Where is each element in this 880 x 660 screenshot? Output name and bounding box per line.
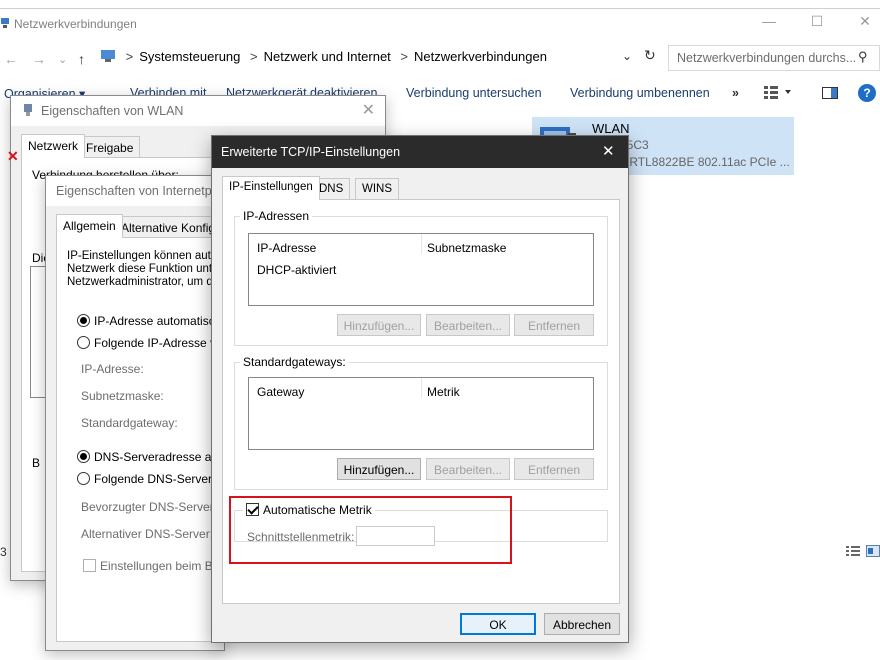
recent-dropdown-button[interactable]: ⌄ — [58, 53, 67, 66]
tab-freigabe[interactable]: Freigabe — [79, 136, 141, 158]
change-view-icon[interactable] — [764, 85, 792, 99]
radio-manual-dns-label: Folgende DNS-Serverad — [94, 472, 226, 486]
ip-add-button[interactable]: Hinzufügen... — [337, 314, 421, 336]
ip-address-label: IP-Adresse: — [81, 362, 144, 376]
radio-manual-ip[interactable]: Folgende IP-Adresse ve — [77, 336, 223, 350]
radio-auto-ip[interactable]: IP-Adresse automatisch — [77, 314, 221, 328]
more-commands-button[interactable]: » — [732, 86, 739, 100]
advanced-titlebar: Erweiterte TCP/IP-Einstellungen ✕ — [212, 136, 628, 168]
help-icon[interactable]: ? — [858, 84, 876, 102]
ipv4-description-line2: Netzwerk diese Funktion unte — [67, 263, 219, 275]
ipv4-properties-dialog: Eigenschaften von Internetpr Allgemein A… — [45, 175, 228, 651]
ipv4-description-line1: IP-Einstellungen können auto — [67, 250, 218, 262]
validate-settings-checkbox[interactable]: Einstellungen beim Bee — [83, 559, 226, 573]
subnet-mask-column-header[interactable]: Subnetzmaske — [427, 241, 506, 255]
column-divider — [421, 234, 422, 254]
explorer-title: Netzwerkverbindungen — [14, 17, 137, 31]
ipv4-properties-titlebar: Eigenschaften von Internetpr — [46, 176, 224, 206]
maximize-button[interactable]: ☐ — [802, 13, 832, 30]
preferred-dns-label: Bevorzugter DNS-Server: — [81, 500, 218, 514]
ip-address-list[interactable]: IP-Adresse Subnetzmaske DHCP-aktiviert — [248, 233, 594, 306]
alternate-dns-label: Alternativer DNS-Server: — [81, 527, 214, 541]
disabled-mark-icon: ✕ — [7, 148, 19, 164]
radio-auto-ip-indicator[interactable] — [77, 314, 90, 327]
gateway-edit-button[interactable]: Bearbeiten... — [426, 458, 510, 480]
breadcrumb-netzwerk-internet[interactable]: Netzwerk und Internet — [264, 49, 391, 64]
radio-auto-dns[interactable]: DNS-Serveradresse aut — [77, 450, 221, 464]
gateway-remove-button[interactable]: Entfernen — [514, 458, 594, 480]
tab-ip-settings[interactable]: IP-Einstellungen — [222, 176, 320, 200]
ipv4-description-line3: Netzwerkadministrator, um d — [67, 276, 213, 288]
radio-auto-dns-label: DNS-Serveradresse aut — [94, 450, 222, 464]
annotation-highlight-box — [229, 496, 512, 564]
radio-manual-dns-indicator[interactable] — [77, 472, 90, 485]
default-gateways-group-label: Standardgateways: — [240, 355, 349, 369]
advanced-close-button[interactable]: ✕ — [602, 142, 615, 160]
metric-column-header[interactable]: Metrik — [427, 385, 460, 399]
rename-button[interactable]: Verbindung umbenennen — [570, 86, 710, 100]
search-icon[interactable]: ⚲ — [858, 49, 868, 65]
tab-netzwerk[interactable]: Netzwerk — [21, 134, 86, 158]
close-button[interactable]: ✕ — [850, 13, 880, 30]
validate-settings-label: Einstellungen beim Bee — [100, 559, 227, 573]
tab-alternative-konfiguration[interactable]: Alternative Konfig — [114, 216, 223, 238]
breadcrumb-systemsteuerung[interactable]: Systemsteuerung — [139, 49, 240, 64]
column-divider — [421, 378, 422, 398]
gateway-list[interactable]: Gateway Metrik — [248, 377, 594, 450]
advanced-tcpip-dialog: Erweiterte TCP/IP-Einstellungen ✕ IP-Ein… — [211, 135, 629, 643]
diagnose-button[interactable]: Verbindung untersuchen — [406, 86, 542, 100]
radio-manual-dns[interactable]: Folgende DNS-Serverad — [77, 472, 225, 486]
tab-allgemein[interactable]: Allgemein — [56, 214, 123, 238]
refresh-icon[interactable]: ↻ — [644, 47, 656, 64]
wlan-name: WLAN — [592, 121, 630, 136]
tiles-view-icon[interactable] — [866, 545, 880, 557]
default-gateway-label: Standardgateway: — [81, 416, 178, 430]
back-button[interactable]: ← — [4, 51, 18, 67]
breadcrumb-netzwerkverbindungen[interactable]: Netzwerkverbindungen — [414, 49, 547, 64]
address-bar[interactable]: > Systemsteuerung > Netzwerk und Internet … — [100, 49, 547, 64]
wlan-properties-title: Eigenschaften von WLAN — [41, 104, 184, 118]
network-adapter-icon — [24, 104, 32, 116]
address-dropdown-icon[interactable]: ⌄ — [622, 49, 632, 63]
wlan-properties-titlebar: Eigenschaften von WLAN ✕ — [11, 96, 385, 126]
ipv4-description: IP-Einstellungen können auto Netzwerk di… — [67, 250, 219, 289]
address-separator: > — [400, 49, 409, 64]
radio-auto-ip-label: IP-Adresse automatisch — [94, 314, 222, 328]
tab-wins[interactable]: WINS — [355, 178, 400, 200]
subnet-mask-label: Subnetzmaske: — [81, 389, 164, 403]
forward-button[interactable]: → — [32, 51, 46, 67]
control-panel-icon — [101, 50, 115, 62]
ip-remove-button[interactable]: Entfernen — [514, 314, 594, 336]
advanced-title: Erweiterte TCP/IP-Einstellungen — [221, 145, 401, 159]
validate-settings-box[interactable] — [83, 559, 96, 572]
radio-auto-dns-indicator[interactable] — [77, 450, 90, 463]
description-group-label: B — [32, 456, 41, 470]
ipv4-general-panel: IP-Einstellungen können auto Netzwerk di… — [56, 237, 228, 642]
radio-manual-ip-label: Folgende IP-Adresse ve — [94, 336, 223, 350]
details-view-icon[interactable] — [846, 545, 860, 557]
item-count: 3 — [0, 545, 7, 559]
search-input[interactable]: Netzwerkverbindungen durchs... — [668, 45, 880, 71]
wlan-properties-close-button[interactable]: ✕ — [362, 100, 375, 120]
up-button[interactable]: ↑ — [78, 51, 85, 67]
preview-pane-icon[interactable] — [822, 87, 838, 99]
gateway-column-header[interactable]: Gateway — [257, 385, 304, 399]
address-separator: > — [250, 49, 258, 64]
ipv4-properties-title: Eigenschaften von Internetpr — [56, 184, 216, 198]
ip-addresses-group-label: IP-Adressen — [240, 209, 313, 223]
network-connections-icon — [1, 18, 9, 28]
radio-manual-ip-indicator[interactable] — [77, 336, 90, 349]
ip-address-column-header[interactable]: IP-Adresse — [257, 241, 316, 255]
ip-edit-button[interactable]: Bearbeiten... — [426, 314, 510, 336]
wlan-adapter: k RTL8822BE 802.11ac PCIe ... — [620, 155, 790, 169]
cancel-button[interactable]: Abbrechen — [544, 613, 620, 635]
gateway-add-button[interactable]: Hinzufügen... — [337, 458, 421, 480]
ok-button[interactable]: OK — [460, 613, 536, 635]
dhcp-enabled-row[interactable]: DHCP-aktiviert — [257, 263, 336, 277]
minimize-button[interactable]: — — [754, 13, 784, 29]
address-separator: > — [125, 49, 134, 64]
